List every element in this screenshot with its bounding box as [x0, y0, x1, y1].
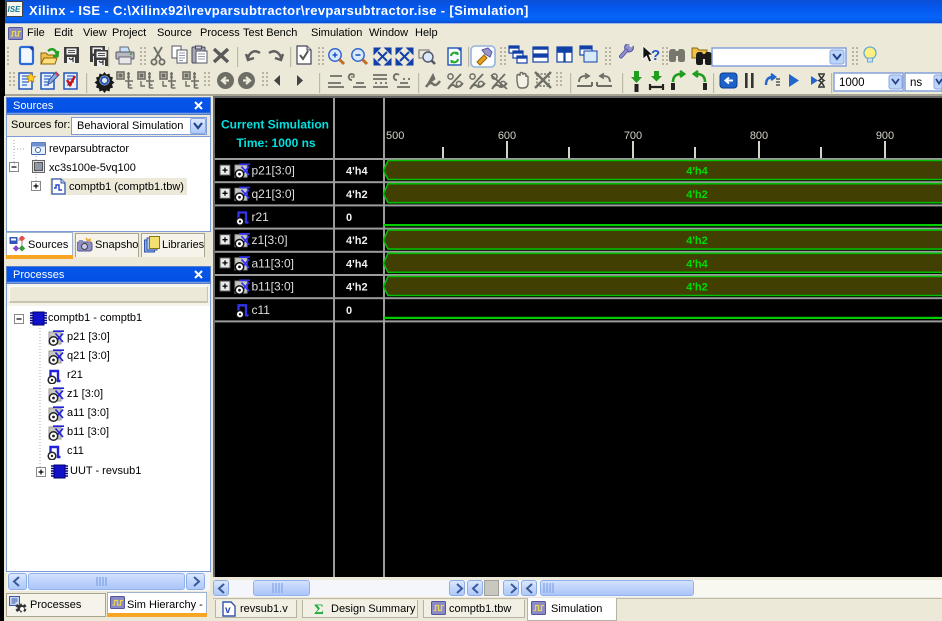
svg-text:Time: 1000 ns: Time: 1000 ns	[236, 136, 315, 150]
svg-text:?: ?	[651, 47, 660, 64]
svg-text:q21[3:0]: q21[3:0]	[252, 187, 295, 201]
svg-text:4'h4: 4'h4	[686, 166, 708, 178]
svg-text:z1[3:0]: z1[3:0]	[252, 233, 288, 247]
svg-text:700: 700	[624, 130, 642, 142]
svg-text:4'h2: 4'h2	[686, 189, 708, 201]
svg-text:4'h2: 4'h2	[686, 282, 708, 294]
svg-text:ISE: ISE	[8, 5, 22, 14]
svg-text:0: 0	[346, 305, 352, 317]
svg-text:r21: r21	[252, 210, 270, 224]
svg-text:500: 500	[386, 130, 404, 142]
svg-text:4'h4: 4'h4	[346, 258, 368, 270]
svg-text:4'h2: 4'h2	[346, 189, 368, 201]
svg-text:v: v	[225, 605, 231, 616]
svg-text:600: 600	[498, 130, 516, 142]
svg-text:4'h2: 4'h2	[346, 282, 368, 294]
svg-text:b11[3:0]: b11[3:0]	[252, 280, 294, 294]
svg-text:4'h2: 4'h2	[686, 235, 708, 247]
svg-text:Current Simulation: Current Simulation	[221, 118, 329, 132]
svg-text:900: 900	[876, 130, 894, 142]
svg-text:800: 800	[750, 130, 768, 142]
svg-text:0: 0	[346, 212, 352, 224]
svg-text:p21[3:0]: p21[3:0]	[252, 164, 295, 178]
svg-text:4'h2: 4'h2	[346, 235, 368, 247]
svg-text:1000: 1000	[839, 77, 865, 89]
svg-text:a11[3:0]: a11[3:0]	[252, 256, 294, 270]
svg-text:4'h4: 4'h4	[346, 166, 368, 178]
svg-text:ns: ns	[910, 77, 922, 89]
svg-text:4'h4: 4'h4	[686, 258, 708, 270]
svg-text:Σ: Σ	[314, 602, 324, 616]
svg-text:c11: c11	[252, 303, 271, 317]
